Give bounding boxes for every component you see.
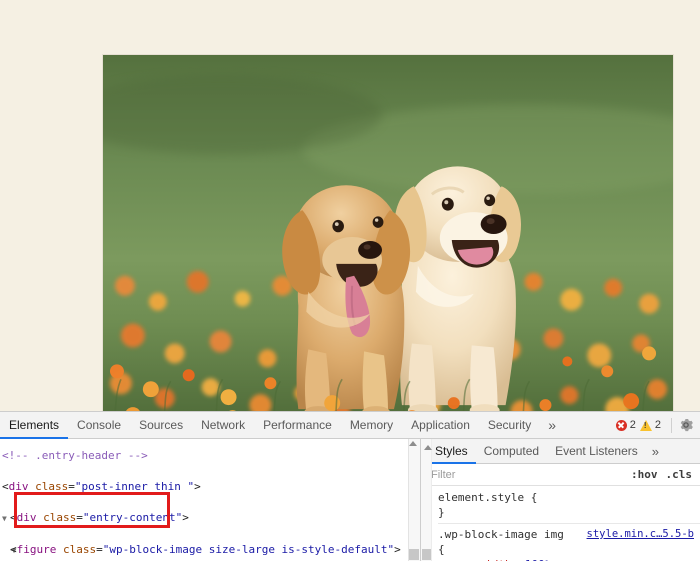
tab-performance[interactable]: Performance	[254, 412, 341, 438]
tab-console[interactable]: Console	[68, 412, 130, 438]
styles-rules-list: element.style { } style.min.c…5.5-b .wp-…	[421, 486, 700, 561]
tab-memory[interactable]: Memory	[341, 412, 402, 438]
gear-icon[interactable]	[678, 417, 694, 433]
attr-class-2: class	[36, 510, 77, 524]
error-count: 2	[629, 419, 636, 431]
dom-line-comment[interactable]: <!-- .entry-header -->	[2, 448, 420, 464]
more-tabs-label: »	[548, 417, 557, 433]
eq-1: =	[68, 479, 75, 493]
dom-comment-entry-header: <!-- .entry-header -->	[2, 448, 148, 462]
tab-security-label: Security	[487, 418, 532, 432]
styles-tabbar: Styles Computed Event Listeners »	[421, 439, 700, 464]
hov-toggle-button[interactable]: :hov	[627, 468, 662, 481]
dom-tree-scrollbar[interactable]	[408, 439, 420, 561]
devtools-panels: <!-- .entry-header --> <div class="post-…	[0, 439, 700, 561]
error-icon	[615, 419, 627, 431]
lt-1: <	[2, 479, 9, 493]
declaration-max-width[interactable]: max-width: 100%;	[438, 557, 700, 561]
element-style-close: }	[438, 506, 445, 519]
tab-styles-label: Styles	[435, 444, 468, 458]
styles-filter-row: :hov .cls	[421, 464, 700, 486]
rule-wp-block-image-img[interactable]: style.min.c…5.5-b .wp-block-image img { …	[438, 523, 700, 561]
devtools-screenshot: Elements Console Sources Network Perform…	[0, 0, 700, 561]
tag-div-2: div	[16, 510, 37, 524]
puppies-image[interactable]	[102, 54, 674, 411]
attr-class-3: class	[56, 542, 97, 556]
tag-figure: figure	[16, 542, 57, 556]
tab-application-label: Application	[411, 418, 470, 432]
scroll-up-arrow-icon[interactable]	[409, 441, 417, 446]
dom-tree: <!-- .entry-header --> <div class="post-…	[0, 439, 420, 561]
dom-line-figure[interactable]: ▼<figure class="wp-block-image size-larg…	[2, 542, 420, 559]
filter-input[interactable]	[429, 467, 627, 482]
tab-console-label: Console	[77, 418, 122, 432]
element-style-selector: element.style {	[438, 491, 538, 504]
more-tabs-button[interactable]: »	[540, 412, 564, 438]
warning-count: 2	[654, 419, 661, 431]
warning-icon	[639, 419, 652, 431]
styles-pane: Styles Computed Event Listeners » :hov .…	[420, 439, 700, 561]
scrollbar-thumb[interactable]	[409, 549, 419, 560]
tab-sources[interactable]: Sources	[130, 412, 192, 438]
lt-2: <	[10, 510, 17, 524]
attr-class-1: class	[28, 479, 69, 493]
tab-network[interactable]: Network	[192, 412, 254, 438]
tab-styles[interactable]: Styles	[427, 439, 476, 464]
disclosure-triangle-icon-2[interactable]: ▼	[2, 543, 17, 559]
styles-more-tabs-button[interactable]: »	[646, 439, 665, 463]
page-viewport	[0, 0, 700, 411]
tab-performance-label: Performance	[263, 418, 332, 432]
tab-application[interactable]: Application	[402, 412, 479, 438]
tab-security[interactable]: Security	[479, 412, 540, 438]
tag-div-1: div	[8, 479, 29, 493]
tab-computed[interactable]: Computed	[476, 439, 547, 463]
tab-network-label: Network	[201, 418, 246, 432]
tab-elements[interactable]: Elements	[0, 412, 69, 439]
cls-toggle-button[interactable]: .cls	[662, 468, 697, 481]
styles-scroll-up-arrow-icon[interactable]	[424, 445, 432, 450]
eq-3: =	[96, 542, 103, 556]
tab-event-listeners-label: Event Listeners	[555, 444, 638, 458]
warning-counter[interactable]: 2	[639, 419, 661, 431]
gt-2: >	[182, 510, 189, 524]
devtools-main-tabbar: Elements Console Sources Network Perform…	[0, 412, 700, 439]
attrval-entry-content: "entry-content"	[82, 510, 183, 524]
elements-dom-tree-pane[interactable]: <!-- .entry-header --> <div class="post-…	[0, 439, 420, 561]
tab-computed-label: Computed	[483, 444, 540, 458]
wp-block-image-figure	[102, 54, 674, 411]
dom-line-post-inner[interactable]: <div class="post-inner thin ">	[2, 479, 420, 495]
rule-element-style[interactable]: element.style { }	[438, 490, 700, 520]
attrval-post-inner: "post-inner thin "	[74, 479, 195, 493]
eq-2: =	[76, 510, 83, 524]
lt-3: <	[10, 542, 17, 556]
gt-3: >	[394, 542, 401, 556]
wp-block-image-open-brace: {	[438, 543, 445, 556]
tab-sources-label: Sources	[139, 418, 184, 432]
tab-event-listeners[interactable]: Event Listeners	[547, 439, 646, 463]
error-counter[interactable]: 2	[615, 419, 636, 431]
dom-line-entry-content[interactable]: ▼ <div class="entry-content">	[2, 510, 420, 527]
tab-memory-label: Memory	[349, 418, 394, 432]
styles-more-tabs-label: »	[651, 443, 660, 459]
gt-1: >	[194, 479, 201, 493]
attrval-figure-class: "wp-block-image size-large is-style-defa…	[102, 542, 395, 556]
devtools-panel: Elements Console Sources Network Perform…	[0, 411, 700, 561]
disclosure-triangle-icon-1[interactable]: ▼	[2, 511, 10, 527]
tab-elements-label: Elements	[9, 418, 60, 432]
devtools-toolbar-right: 2 2	[615, 412, 700, 438]
toolbar-divider	[671, 417, 672, 433]
stylesheet-source-link[interactable]: style.min.c…5.5-b	[587, 527, 694, 542]
